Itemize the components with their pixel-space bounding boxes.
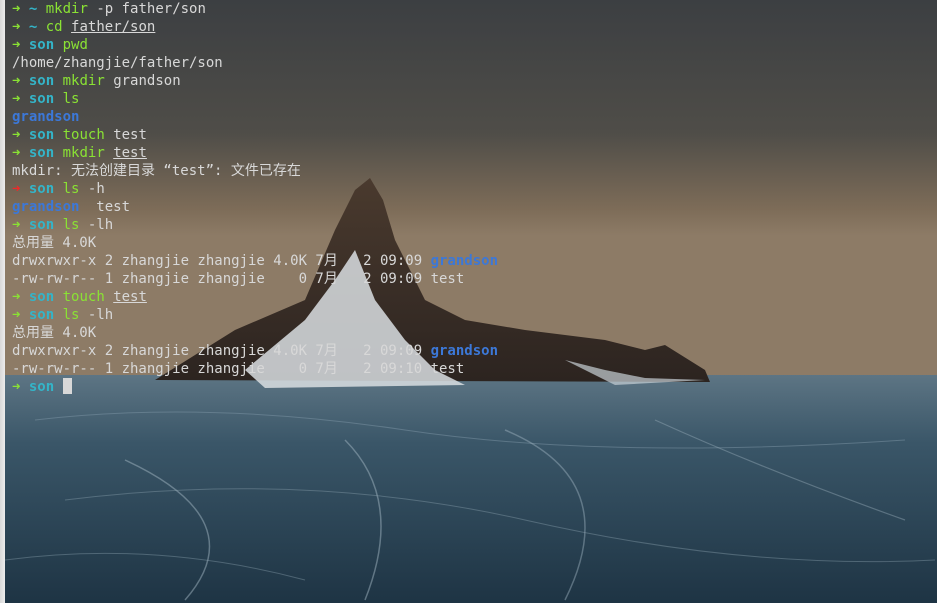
terminal-line: 总用量 4.0K	[12, 234, 937, 252]
prompt-arrow-icon: ➜	[12, 73, 21, 89]
command-output: 总用量 4.0K	[12, 325, 97, 341]
terminal-line: -rw-rw-r-- 1 zhangjie zhangjie 0 7月 2 09…	[12, 360, 937, 378]
prompt-arrow-icon: ➜	[12, 37, 21, 53]
terminal-line: ➜ ~ mkdir -p father/son	[12, 0, 937, 18]
terminal-line: -rw-rw-r-- 1 zhangjie zhangjie 0 7月 2 09…	[12, 270, 937, 288]
terminal-line: ➜ son	[12, 378, 937, 396]
terminal-line: ➜ son touch test	[12, 126, 937, 144]
terminal-line: ➜ son mkdir grandson	[12, 72, 937, 90]
command-name: mkdir	[62, 145, 105, 161]
command-args: -h	[87, 181, 105, 197]
prompt-arrow-icon: ➜	[12, 289, 21, 305]
prompt-arrow-icon: ➜	[12, 379, 21, 395]
terminal-line: drwxrwxr-x 2 zhangjie zhangjie 4.0K 7月 2…	[12, 252, 937, 270]
prompt-arrow-icon: ➜	[12, 19, 21, 35]
command-args: father/son	[71, 19, 156, 35]
prompt-directory: son	[28, 73, 55, 89]
terminal-line: grandson test	[12, 198, 937, 216]
command-args: -lh	[87, 217, 114, 233]
command-name: ls	[62, 307, 80, 323]
ls-row-details: drwxrwxr-x 2 zhangjie zhangjie 4.0K 7月 2…	[12, 343, 431, 359]
command-name: mkdir	[62, 73, 105, 89]
command-name: ls	[62, 91, 80, 107]
prompt-directory: son	[28, 127, 55, 143]
prompt-directory: son	[28, 379, 55, 395]
ls-row-details: -rw-rw-r-- 1 zhangjie zhangjie 0 7月 2 09…	[12, 361, 431, 377]
prompt-directory: son	[28, 307, 55, 323]
terminal-line: drwxrwxr-x 2 zhangjie zhangjie 4.0K 7月 2…	[12, 342, 937, 360]
command-name: pwd	[62, 37, 88, 53]
terminal-line: ➜ son ls	[12, 90, 937, 108]
prompt-directory: ~	[28, 1, 38, 17]
terminal-line: mkdir: 无法创建目录 “test”: 文件已存在	[12, 162, 937, 180]
terminal-line: ➜ son ls -lh	[12, 216, 937, 234]
terminal-line: ➜ ~ cd father/son	[12, 18, 937, 36]
prompt-directory: son	[28, 91, 55, 107]
command-output: 总用量 4.0K	[12, 235, 97, 251]
prompt-arrow-icon: ➜	[12, 307, 21, 323]
listing-directory: grandson	[12, 199, 80, 215]
terminal-line: grandson	[12, 108, 937, 126]
prompt-directory: ~	[28, 19, 38, 35]
terminal-line: ➜ son mkdir test	[12, 144, 937, 162]
prompt-directory: son	[28, 145, 55, 161]
prompt-directory: son	[28, 181, 55, 197]
terminal-line: ➜ son ls -lh	[12, 306, 937, 324]
command-name: touch	[62, 127, 105, 143]
command-output: mkdir: 无法创建目录 “test”: 文件已存在	[12, 163, 301, 179]
command-name: ls	[62, 217, 80, 233]
listing-file: test	[430, 271, 465, 287]
command-args: test	[113, 289, 147, 305]
command-output: /home/zhangjie/father/son	[12, 55, 223, 71]
command-args: grandson	[113, 73, 181, 89]
listing-directory: grandson	[430, 253, 499, 269]
command-args: test	[113, 127, 147, 143]
command-name: cd	[45, 19, 63, 35]
prompt-arrow-icon: ➜	[12, 1, 21, 17]
prompt-arrow-icon: ➜	[12, 91, 21, 107]
listing-file: test	[430, 361, 465, 377]
prompt-arrow-icon: ➜	[12, 127, 21, 143]
listing-directory: grandson	[12, 109, 80, 125]
prompt-arrow-icon: ➜	[12, 145, 21, 161]
command-args: -lh	[87, 307, 114, 323]
listing-directory: grandson	[430, 343, 499, 359]
text-cursor[interactable]	[62, 378, 72, 394]
prompt-arrow-icon: ➜	[12, 181, 21, 197]
terminal-line: 总用量 4.0K	[12, 324, 937, 342]
command-args: -p father/son	[96, 1, 206, 17]
prompt-directory: son	[28, 217, 55, 233]
terminal-line: ➜ son ls -h	[12, 180, 937, 198]
command-name: touch	[62, 289, 105, 305]
command-name: mkdir	[45, 1, 88, 17]
ls-row-details: drwxrwxr-x 2 zhangjie zhangjie 4.0K 7月 2…	[12, 253, 431, 269]
ls-row-details: -rw-rw-r-- 1 zhangjie zhangjie 0 7月 2 09…	[12, 271, 431, 287]
prompt-directory: son	[28, 37, 55, 53]
command-name: ls	[62, 181, 80, 197]
terminal-line: ➜ son touch test	[12, 288, 937, 306]
prompt-directory: son	[28, 289, 55, 305]
prompt-arrow-icon: ➜	[12, 217, 21, 233]
terminal-output[interactable]: ➜ ~ mkdir -p father/son ➜ ~ cd father/son…	[12, 0, 937, 396]
terminal-line: ➜ son pwd	[12, 36, 937, 54]
listing-file: test	[79, 199, 131, 215]
terminal-line: /home/zhangjie/father/son	[12, 54, 937, 72]
terminal-window[interactable]: ➜ ~ mkdir -p father/son ➜ ~ cd father/son…	[5, 0, 937, 603]
command-args: test	[113, 145, 147, 161]
